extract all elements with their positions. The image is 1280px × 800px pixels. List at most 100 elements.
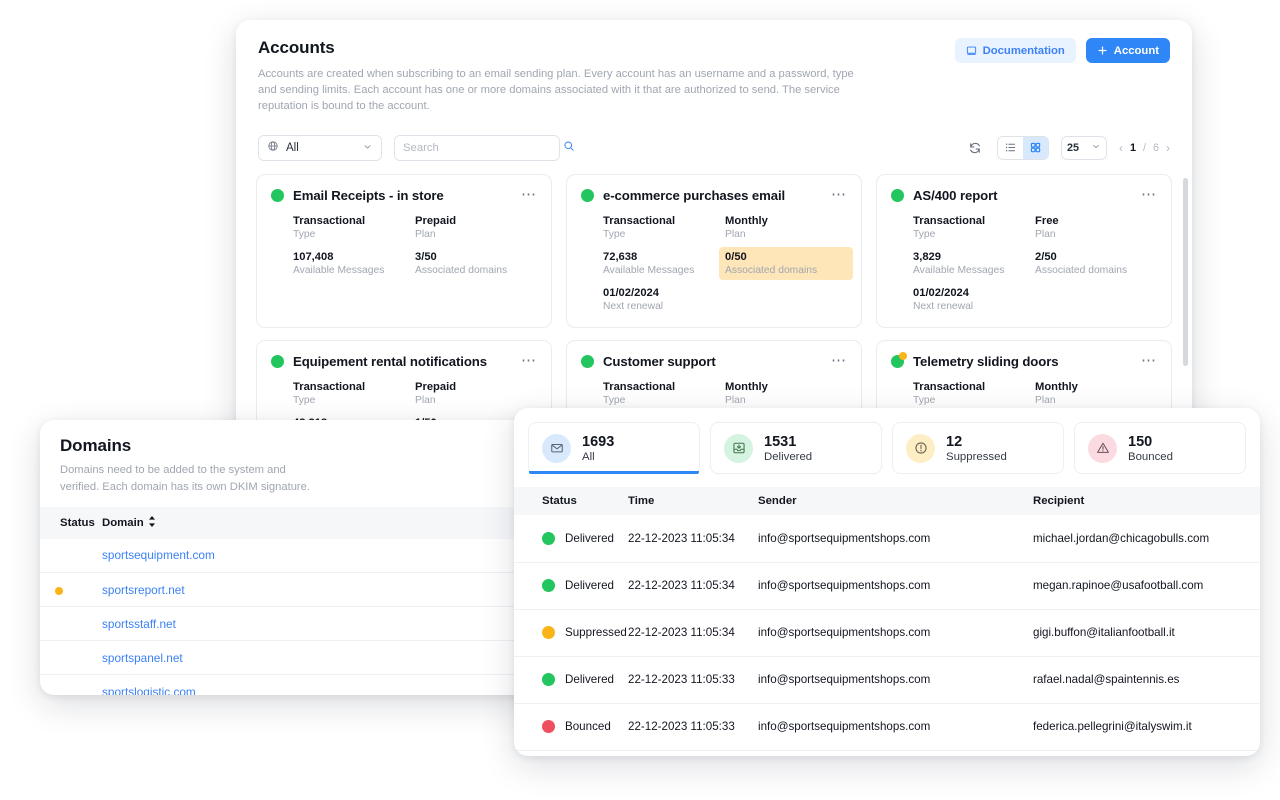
account-domains-label: Associated domains <box>725 265 847 276</box>
account-card[interactable]: AS/400 report⋯ TransactionalTypeFreePlan3… <box>876 174 1172 328</box>
next-page-button[interactable]: › <box>1166 141 1170 155</box>
log-stat-tab-delivered[interactable]: 1531Delivered <box>710 422 882 474</box>
account-row-type-plan: TransactionalTypeMonthlyPlan <box>913 381 1157 406</box>
log-stat-text: 1531Delivered <box>764 434 812 463</box>
account-card-header: Customer support⋯ <box>581 354 847 369</box>
prev-page-button[interactable]: ‹ <box>1119 141 1123 155</box>
account-menu-button[interactable]: ⋯ <box>521 191 537 199</box>
account-card-header: e-commerce purchases email ⋯ <box>581 188 847 203</box>
log-stat-tabs: 1693All 1531Delivered 12Suppressed150Bounc… <box>514 408 1260 474</box>
domain-name-cell[interactable]: sportsequipment.com <box>102 539 372 573</box>
scope-filter-select[interactable]: All <box>258 135 382 161</box>
domains-col-domain[interactable]: Domain <box>102 507 372 539</box>
domain-status-cell <box>40 539 102 573</box>
account-plan: MonthlyPlan <box>725 381 847 406</box>
inbox-download-icon <box>724 434 753 463</box>
account-associated-domains: 2/50 Associated domains <box>1035 251 1157 276</box>
accounts-scrollbar-thumb[interactable] <box>1183 178 1188 366</box>
account-card-body: TransactionalTypePrepaidPlan107,408Avail… <box>271 215 537 276</box>
log-sender: info@sportsequipmentshops.com <box>758 703 1033 750</box>
table-row[interactable]: Delivered22-12-2023 11:05:34info@sportse… <box>514 515 1260 562</box>
status-dot-icon <box>542 720 555 733</box>
table-row[interactable]: Bounced22-12-2023 11:05:33info@sportsequ… <box>514 703 1260 750</box>
account-card[interactable]: e-commerce purchases email ⋯ Transactional… <box>566 174 862 328</box>
sort-icon[interactable] <box>148 516 156 530</box>
account-card[interactable]: Email Receipts - in store⋯TransactionalT… <box>256 174 552 328</box>
table-row[interactable]: Delivered22-12-2023 11:05:33info@sportse… <box>514 656 1260 703</box>
account-domains-label: Associated domains <box>1035 265 1157 276</box>
documentation-button[interactable]: Documentation <box>955 38 1076 63</box>
account-row-type-plan: TransactionalTypePrepaidPlan <box>293 215 537 240</box>
account-row-usage: 72,638Available Messages0/50Associated d… <box>603 251 847 276</box>
account-plan-value: Monthly <box>1035 381 1157 393</box>
view-toggle[interactable] <box>997 136 1049 160</box>
list-view-button[interactable] <box>998 137 1023 159</box>
account-row-type-plan: TransactionalTypeMonthlyPlan <box>603 215 847 240</box>
account-menu-button[interactable]: ⋯ <box>831 191 847 199</box>
log-stat-count: 150 <box>1128 434 1173 450</box>
account-next-renewal: 01/02/2024 Next renewal <box>603 287 725 312</box>
account-domains-value: 2/50 <box>1035 251 1157 263</box>
warning-triangle-icon <box>1088 434 1117 463</box>
account-type-value: Transactional <box>293 381 415 393</box>
account-renewal-label: Next renewal <box>603 301 725 312</box>
domain-status-cell <box>40 573 102 607</box>
domain-link[interactable]: sportsstaff.net <box>102 617 176 631</box>
account-card-body: TransactionalTypeFreePlan3,829Available … <box>891 215 1157 312</box>
log-stat-tab-suppressed[interactable]: 12Suppressed <box>892 422 1064 474</box>
log-stat-tab-bounced[interactable]: 150Bounced <box>1074 422 1246 474</box>
account-renewal-value: 01/02/2024 <box>603 287 725 299</box>
log-stat-count: 12 <box>946 434 1007 450</box>
account-row-usage: 3,829Available Messages2/50Associated do… <box>913 251 1157 276</box>
domain-link[interactable]: sportspanel.net <box>102 651 183 665</box>
domain-name-cell[interactable]: sportslogistic.com <box>102 675 372 695</box>
add-account-button[interactable]: Account <box>1086 38 1170 63</box>
account-type-value: Transactional <box>603 215 725 227</box>
account-row-renewal: 01/02/2024Next renewal <box>913 287 1157 312</box>
domain-link[interactable]: sportsequipment.com <box>102 548 215 562</box>
domain-status-cell <box>40 607 102 641</box>
page-size-select[interactable]: 25 <box>1061 136 1107 160</box>
search-box[interactable] <box>394 135 560 161</box>
accounts-header: Accounts Accounts are created when subsc… <box>236 20 1192 115</box>
exclamation-circle-icon <box>906 434 935 463</box>
globe-icon <box>267 140 279 155</box>
account-card-header: Telemetry sliding doors⋯ <box>891 354 1157 369</box>
account-card-header: AS/400 report⋯ <box>891 188 1157 203</box>
account-type-label: Type <box>913 229 1035 240</box>
status-dot-icon <box>891 355 904 368</box>
domain-name-cell[interactable]: sportsreport.net <box>102 573 372 607</box>
account-next-renewal: 01/02/2024Next renewal <box>913 287 1035 312</box>
account-type: TransactionalType <box>603 381 725 406</box>
log-recipient: gigi.buffon@italianfootball.it <box>1033 609 1260 656</box>
account-plan-label: Plan <box>415 229 537 240</box>
domain-link[interactable]: sportslogistic.com <box>102 685 196 695</box>
domain-name-cell[interactable]: sportspanel.net <box>102 641 372 675</box>
account-menu-button[interactable]: ⋯ <box>521 357 537 365</box>
search-input[interactable] <box>403 142 557 154</box>
log-stat-tab-all[interactable]: 1693All <box>528 422 700 474</box>
domain-name-cell[interactable]: sportsstaff.net <box>102 607 372 641</box>
account-plan: MonthlyPlan <box>725 215 847 240</box>
table-row[interactable]: Suppressed22-12-2023 11:05:34info@sports… <box>514 609 1260 656</box>
search-icon[interactable] <box>563 139 575 157</box>
chevron-down-icon <box>1091 141 1101 154</box>
account-plan-label: Plan <box>725 395 847 406</box>
chevron-down-icon <box>362 141 373 155</box>
refresh-icon[interactable] <box>965 138 985 158</box>
account-row-type-plan: TransactionalTypePrepaidPlan <box>293 381 537 406</box>
grid-view-button[interactable] <box>1023 137 1048 159</box>
account-name: e-commerce purchases email <box>603 188 785 203</box>
account-menu-button[interactable]: ⋯ <box>1141 191 1157 199</box>
log-status-text: Delivered <box>565 579 614 592</box>
account-menu-button[interactable]: ⋯ <box>831 357 847 365</box>
table-row[interactable]: Delivered22-12-2023 11:05:34info@sportse… <box>514 562 1260 609</box>
total-pages: 6 <box>1153 142 1159 154</box>
log-stat-count: 1531 <box>764 434 812 450</box>
log-time: 22-12-2023 11:05:33 <box>628 656 758 703</box>
account-menu-button[interactable]: ⋯ <box>1141 357 1157 365</box>
domain-link[interactable]: sportsreport.net <box>102 583 185 597</box>
account-plan-label: Plan <box>415 395 537 406</box>
account-domains-label: Associated domains <box>415 265 537 276</box>
domains-col-status: Status <box>40 507 102 539</box>
